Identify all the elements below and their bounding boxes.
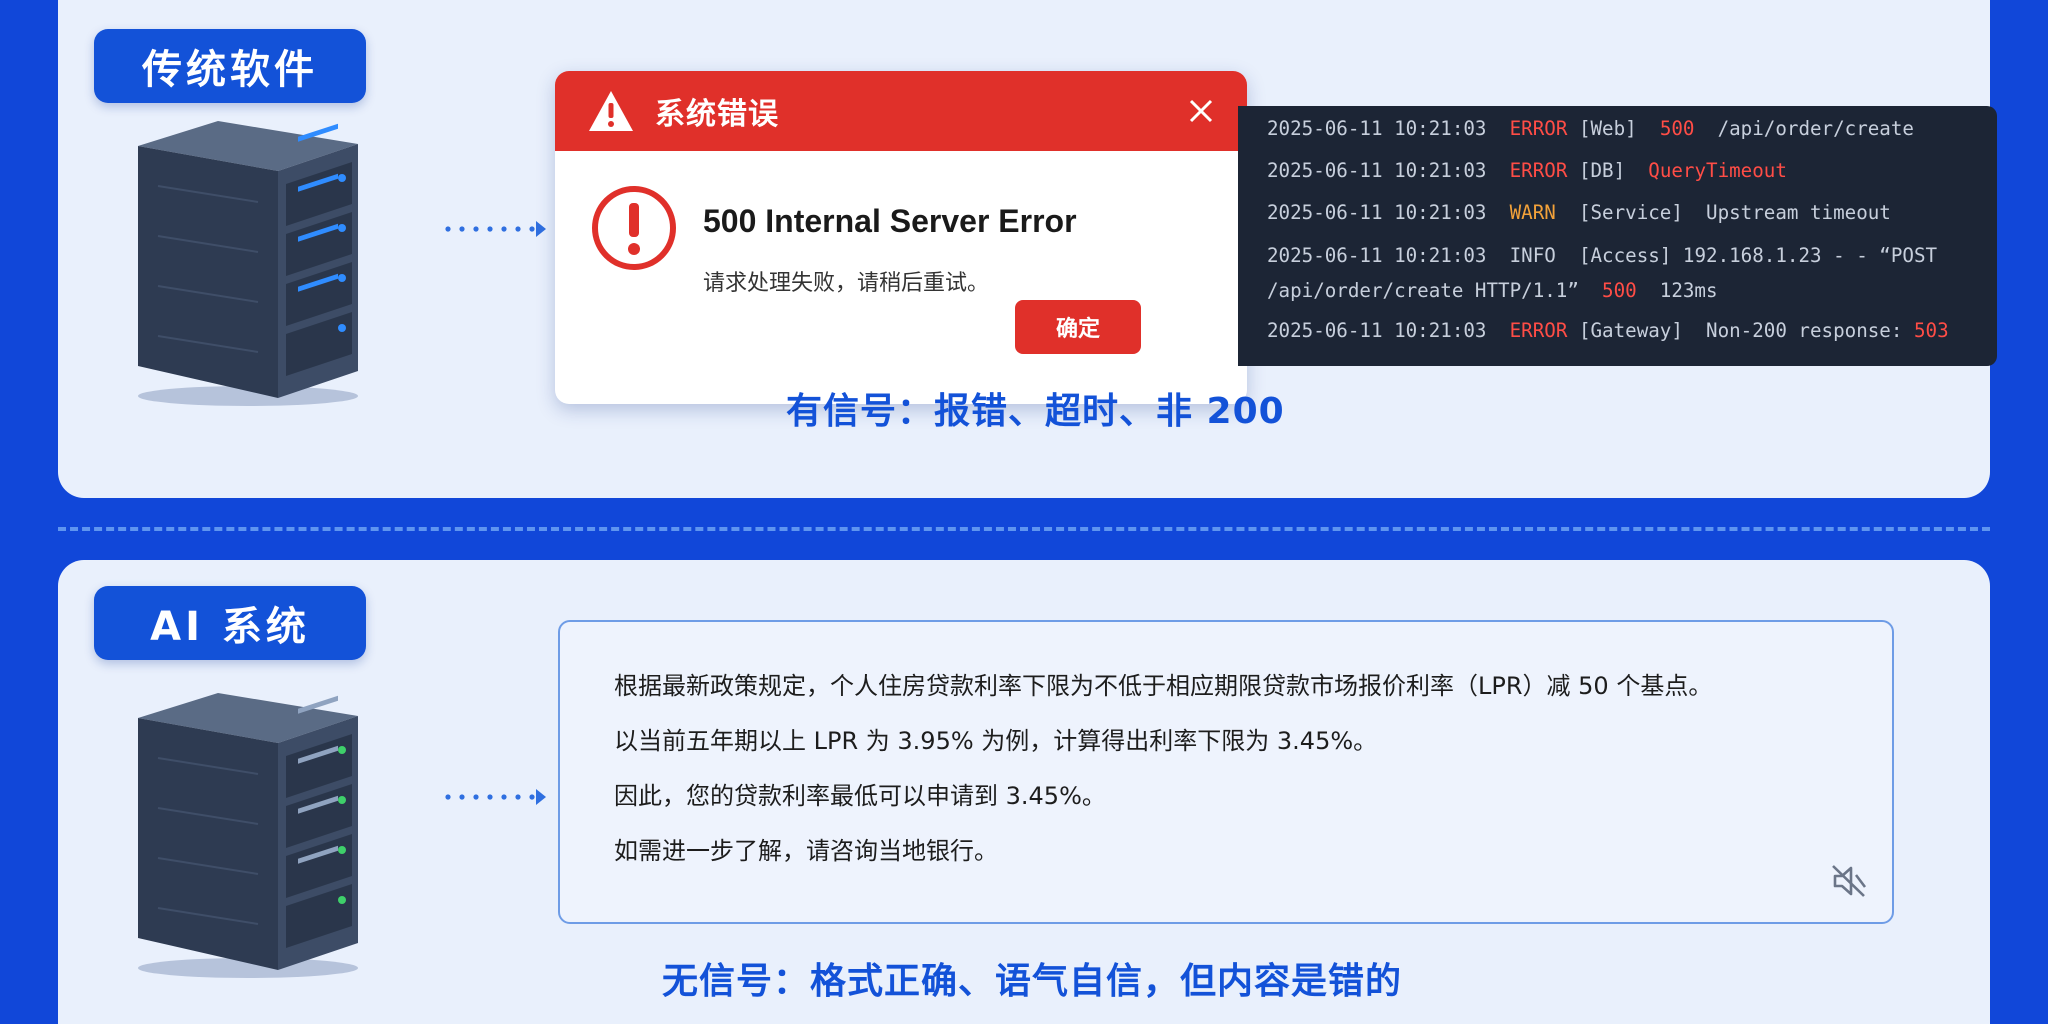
traditional-caption: 有信号：报错、超时、非 200 (786, 391, 1285, 432)
traditional-software-badge: 传统软件 (94, 29, 366, 103)
log-line: 2025-06-11 10:21:03 ERROR [DB] QueryTime… (1267, 159, 1787, 182)
log-line: 2025-06-11 10:21:03 WARN [Service] Upstr… (1267, 201, 1891, 224)
confirm-button[interactable]: 确定 (1015, 300, 1141, 354)
ai-system-badge: AI 系统 (94, 586, 366, 660)
answer-line: 以当前五年期以上 LPR 为 3.95% 为例，计算得出利率下限为 3.45%。 (614, 727, 1378, 755)
traditional-software-panel: 传统软件 系统错误 500 Internal Server Error 请求处理… (58, 0, 1997, 498)
mute-speaker-icon[interactable] (1830, 862, 1868, 900)
server-icon (138, 693, 358, 978)
log-line-continuation: /api/order/create HTTP/1.1” 500 123ms (1267, 279, 1718, 302)
error-title: 500 Internal Server Error (703, 203, 1077, 239)
answer-line: 因此，您的贷款利率最低可以申请到 3.45%。 (614, 782, 1106, 810)
close-icon[interactable] (1183, 93, 1219, 129)
log-line: 2025-06-11 10:21:03 INFO [Access] 192.16… (1267, 244, 1938, 267)
server-icon (138, 121, 358, 406)
ai-answer-box: 根据最新政策规定，个人住房贷款利率下限为不低于相应期限贷款市场报价利率（LPR）… (558, 620, 1894, 924)
log-line: 2025-06-11 10:21:03 ERROR [Web] 500 /api… (1267, 117, 1914, 140)
dialog-body: 500 Internal Server Error 请求处理失败，请稍后重试。 … (555, 151, 1247, 404)
warning-triangle-icon (589, 91, 633, 131)
answer-line: 根据最新政策规定，个人住房贷款利率下限为不低于相应期限贷款市场报价利率（LPR）… (614, 672, 1713, 700)
dialog-title: 系统错误 (655, 97, 779, 132)
ai-caption: 无信号：格式正确、语气自信，但内容是错的 (662, 961, 1403, 1002)
ai-system-panel: AI 系统 根据最新政策规定，个人住房贷款利率下限为不低于相应期限贷款市场报价利… (58, 560, 1990, 1024)
dotted-arrow-icon (445, 221, 546, 237)
error-description: 请求处理失败，请稍后重试。 (703, 271, 990, 296)
section-divider (58, 527, 1990, 531)
dialog-header: 系统错误 (555, 71, 1247, 151)
dotted-arrow-icon (445, 789, 546, 805)
answer-line: 如需进一步了解，请咨询当地银行。 (614, 837, 998, 865)
error-circle-icon (592, 186, 676, 270)
log-line: 2025-06-11 10:21:03 ERROR [Gateway] Non-… (1267, 319, 1949, 342)
log-console: 2025-06-11 10:21:03 ERROR [Web] 500 /api… (1238, 106, 1997, 366)
error-dialog: 系统错误 500 Internal Server Error 请求处理失败，请稍… (555, 71, 1247, 404)
